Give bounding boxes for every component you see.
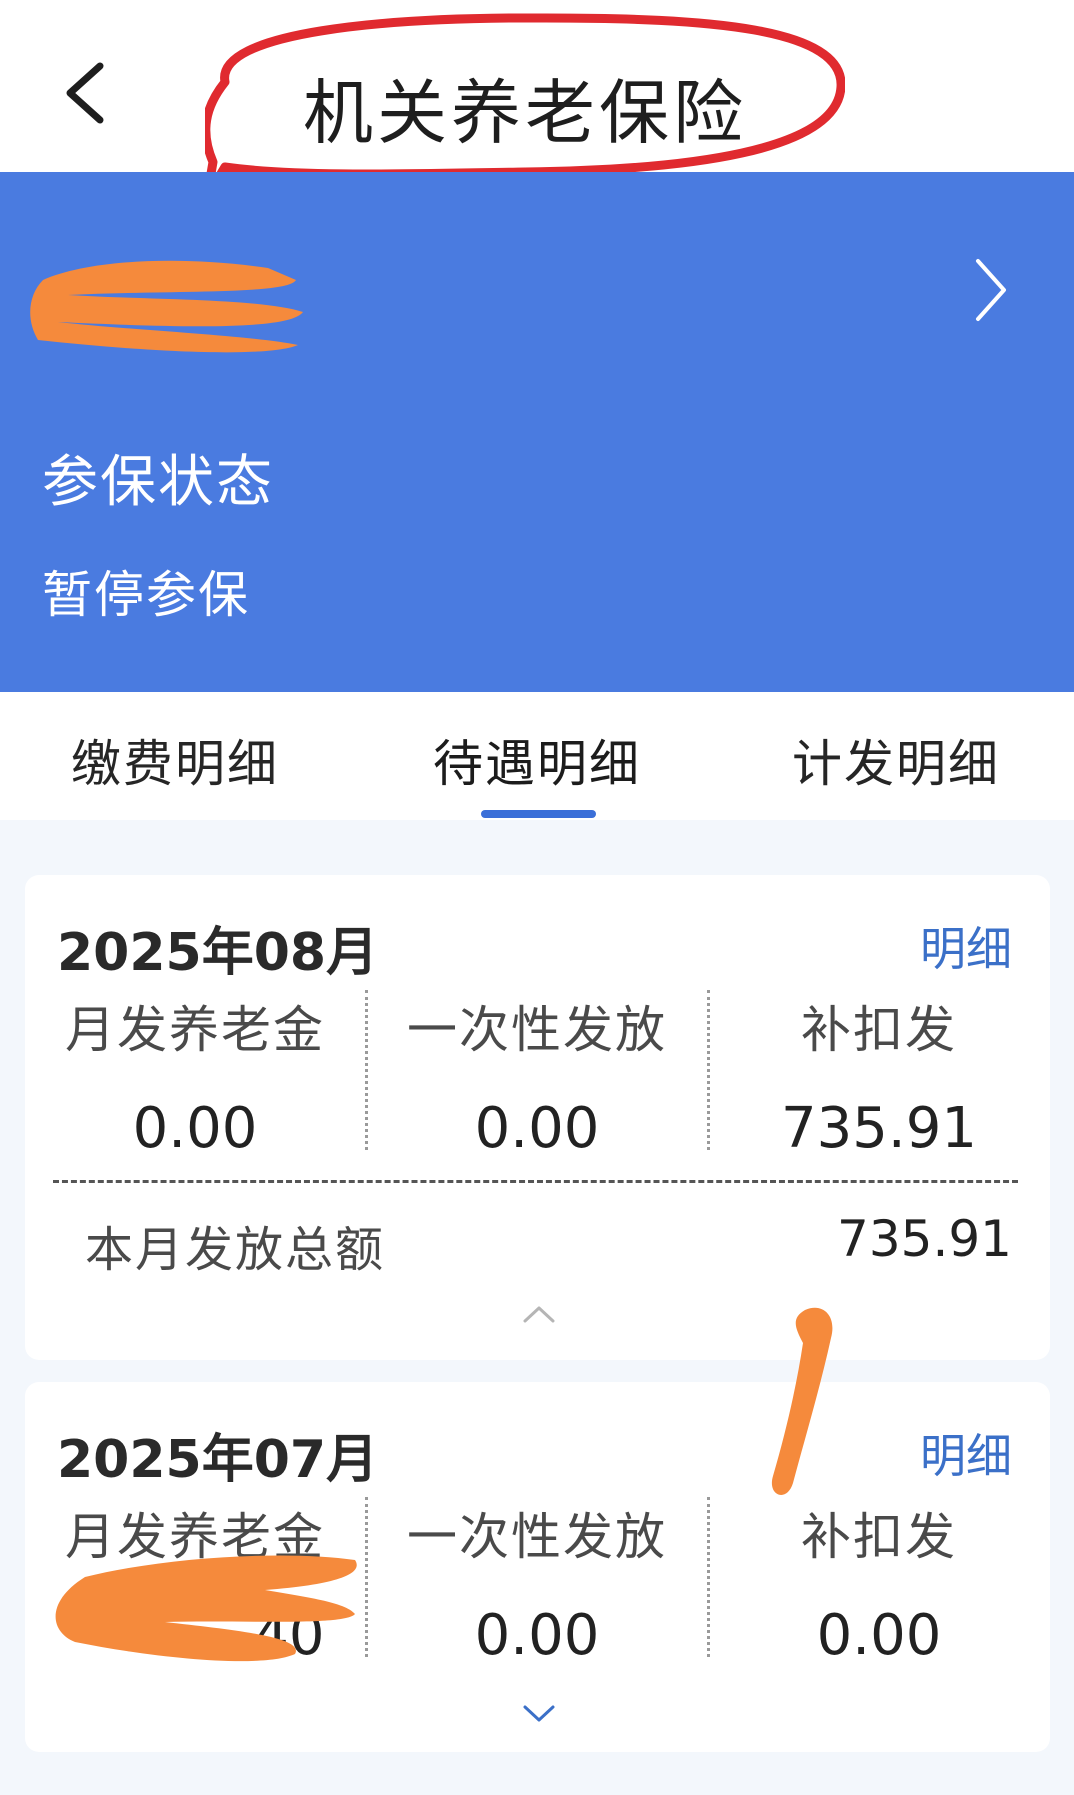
scribble-mark	[771, 1307, 833, 1495]
back-button[interactable]	[58, 58, 114, 128]
column-value: 0.00	[474, 1603, 600, 1668]
record-column: 补扣发 735.91	[709, 990, 1049, 1161]
column-label: 一次性发放	[407, 1508, 667, 1566]
dashed-divider	[53, 1180, 1018, 1183]
column-value: 0.00	[816, 1603, 942, 1668]
tab-calculation-details[interactable]: 计发明细	[736, 724, 1056, 796]
page-title: 机关养老保险	[303, 72, 747, 154]
column-value: 0.00	[132, 1096, 258, 1161]
active-tab-indicator	[481, 810, 596, 818]
record-column: 补扣发 0.00	[709, 1497, 1049, 1668]
record-column: 一次性发放 0.00	[367, 990, 707, 1161]
chevron-up-icon[interactable]	[521, 1303, 557, 1325]
tab-payment-details[interactable]: 缴费明细	[15, 724, 335, 796]
record-month: 2025年08月	[57, 923, 379, 983]
banner-detail-button[interactable]	[970, 255, 1010, 325]
name-redaction-scribble	[30, 260, 303, 353]
column-value: 0.00	[474, 1096, 600, 1161]
total-label: 本月发放总额	[85, 1222, 386, 1278]
header: 机关养老保险	[0, 0, 1074, 202]
status-label: 参保状态	[42, 450, 274, 515]
chevron-left-icon	[66, 62, 104, 124]
column-value: 735.91	[781, 1096, 977, 1161]
record-month: 2025年07月	[57, 1430, 379, 1490]
record-detail-link[interactable]: 明细	[920, 1420, 1012, 1486]
tab-benefit-details[interactable]: 待遇明细	[377, 724, 697, 796]
value-redaction-scribble	[55, 1555, 357, 1662]
column-label: 一次性发放	[407, 1001, 667, 1059]
column-label: 补扣发	[801, 1508, 957, 1566]
record-card: 2025年07月 明细 月发养老金 .40 一次性发放 0.00 补扣发 0.0…	[25, 1382, 1050, 1752]
record-column: 一次性发放 0.00	[367, 1497, 707, 1668]
tab-bar: 缴费明细 待遇明细 计发明细	[0, 692, 1074, 820]
total-value: 735.91	[837, 1210, 1012, 1268]
record-detail-link[interactable]: 明细	[920, 913, 1012, 979]
column-label: 月发养老金	[65, 1001, 325, 1059]
chevron-down-icon[interactable]	[521, 1702, 557, 1724]
chevron-right-icon	[976, 259, 1006, 321]
status-value: 暂停参保	[42, 566, 250, 624]
record-column: 月发养老金 0.00	[25, 990, 365, 1161]
record-card: 2025年08月 明细 月发养老金 0.00 一次性发放 0.00 补扣发 73…	[25, 875, 1050, 1360]
column-label: 补扣发	[801, 1001, 957, 1059]
